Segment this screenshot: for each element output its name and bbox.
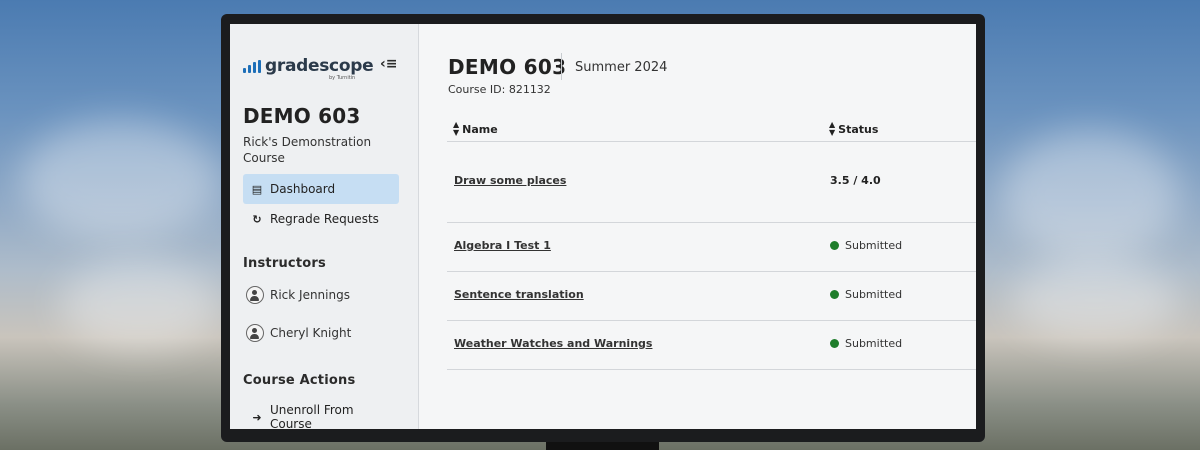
logo-subtext: by Turnitin	[329, 75, 356, 81]
app-window: gradescope by Turnitin ‹≡ DEMO 603 Rick'…	[230, 24, 976, 429]
sidebar-item-label: Dashboard	[270, 182, 336, 196]
assignment-link[interactable]: Draw some places	[454, 174, 566, 187]
background-cloud	[20, 120, 220, 240]
status-badge: Submitted	[830, 288, 902, 301]
sort-icon: ▲ ▼	[453, 120, 460, 137]
refresh-icon: ↻	[252, 212, 262, 226]
course-term: Summer 2024	[575, 60, 668, 75]
assignment-link[interactable]: Algebra I Test 1	[454, 239, 551, 252]
background-cloud	[1010, 260, 1180, 340]
collapse-sidebar-icon[interactable]: ‹≡	[380, 56, 398, 72]
user-avatar-icon	[246, 324, 264, 342]
assignment-score: 3.5 / 4.0	[830, 174, 881, 187]
sidebar-course-description: Rick's Demonstration Course	[243, 135, 372, 165]
sidebar-item-regrade-requests[interactable]: ↻ Regrade Requests	[243, 204, 399, 234]
submitted-dot-icon	[830, 241, 839, 250]
logo-bars-icon	[243, 60, 261, 73]
table-divider	[447, 141, 976, 142]
table-divider	[447, 369, 976, 370]
submitted-dot-icon	[830, 339, 839, 348]
assignment-link[interactable]: Sentence translation	[454, 288, 584, 301]
unenroll-button[interactable]: ➜ Unenroll From Course	[243, 403, 399, 429]
table-divider	[447, 222, 976, 223]
instructor-item[interactable]: Cheryl Knight	[246, 324, 351, 342]
sidebar-item-dashboard[interactable]: ▤ Dashboard	[243, 174, 399, 204]
course-id: Course ID: 821132	[448, 83, 551, 96]
page-title: DEMO 603	[448, 55, 567, 79]
gradescope-logo[interactable]: gradescope by Turnitin	[243, 56, 374, 81]
status-badge: Submitted	[830, 239, 902, 252]
background-cloud	[1000, 130, 1180, 260]
instructor-name: Cheryl Knight	[270, 326, 352, 340]
monitor-frame: gradescope by Turnitin ‹≡ DEMO 603 Rick'…	[221, 14, 985, 442]
table-divider	[447, 320, 976, 321]
instructor-name: Rick Jennings	[270, 288, 350, 302]
dashboard-icon: ▤	[251, 182, 263, 196]
sign-out-icon: ➜	[252, 410, 262, 424]
sidebar-course-title: DEMO 603	[243, 104, 361, 128]
logo-text: gradescope	[265, 56, 374, 76]
assignment-link[interactable]: Weather Watches and Warnings	[454, 337, 652, 350]
title-divider	[561, 53, 562, 80]
sort-icon: ▲ ▼	[829, 120, 836, 137]
monitor-stand	[546, 442, 659, 450]
main-content: DEMO 603 Summer 2024 Course ID: 821132 ▲…	[419, 24, 976, 429]
submitted-dot-icon	[830, 290, 839, 299]
sidebar-item-label: Regrade Requests	[270, 212, 379, 226]
status-badge: Submitted	[830, 337, 902, 350]
column-header-name[interactable]: ▲ ▼ Name	[453, 121, 498, 137]
column-header-status[interactable]: ▲ ▼ Status	[829, 121, 878, 137]
instructors-heading: Instructors	[243, 256, 326, 271]
background-cloud	[60, 260, 220, 350]
user-avatar-icon	[246, 286, 264, 304]
instructor-item[interactable]: Rick Jennings	[246, 286, 350, 304]
action-label: Unenroll From Course	[269, 403, 354, 429]
course-actions-heading: Course Actions	[243, 373, 356, 388]
table-divider	[447, 271, 976, 272]
sidebar: gradescope by Turnitin ‹≡ DEMO 603 Rick'…	[230, 24, 419, 429]
